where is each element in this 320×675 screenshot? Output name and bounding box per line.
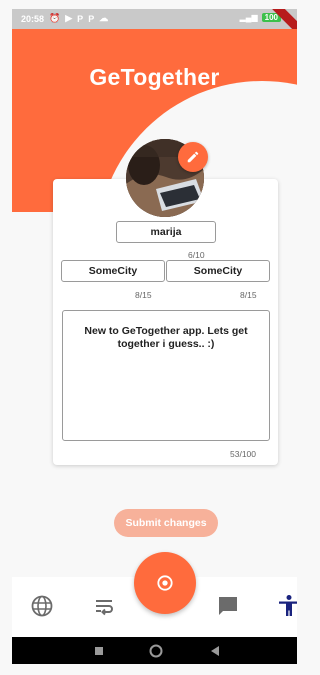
city-field-one[interactable]: SomeCity	[61, 260, 165, 282]
chat-icon[interactable]	[216, 594, 240, 618]
cloud-icon: ☁	[99, 13, 109, 23]
submit-changes-button[interactable]: Submit changes	[114, 509, 218, 537]
city-two-counter: 8/15	[240, 290, 257, 300]
accessibility-icon[interactable]	[277, 594, 297, 618]
center-action-button[interactable]	[134, 552, 196, 614]
p-icon: P	[77, 13, 84, 24]
signal-icon: ▂▄▆	[239, 13, 258, 22]
city-one-counter: 8/15	[135, 290, 152, 300]
square-icon[interactable]	[94, 646, 104, 656]
status-right: ▂▄▆ 100	[240, 13, 281, 22]
circle-icon[interactable]	[149, 644, 163, 658]
pencil-icon	[187, 151, 199, 163]
status-left: 20:58 ⏰ ▶ P P ☁	[21, 13, 108, 24]
bio-counter: 53/100	[230, 449, 256, 459]
bio-textarea[interactable]: New to GeTogether app. Lets get together…	[62, 310, 270, 441]
alarm-icon: ⏰	[49, 13, 61, 23]
target-icon	[157, 575, 173, 591]
p-icon: P	[88, 13, 95, 24]
status-bar: 20:58 ⏰ ▶ P P ☁ ▂▄▆ 100	[12, 9, 297, 39]
username-counter: 6/10	[188, 250, 205, 260]
city-field-two[interactable]: SomeCity	[166, 260, 270, 282]
globe-icon[interactable]	[30, 594, 54, 618]
system-navigation-bar	[12, 637, 297, 664]
edit-photo-button[interactable]	[178, 142, 208, 172]
wrap-text-icon[interactable]	[92, 594, 116, 618]
triangle-back-icon[interactable]	[209, 645, 220, 657]
app-title: GeTogether	[89, 64, 220, 90]
play-icon: ▶	[65, 13, 73, 23]
status-time: 20:58	[21, 13, 45, 24]
username-field[interactable]: marija	[116, 221, 216, 243]
app-screen: 20:58 ⏰ ▶ P P ☁ ▂▄▆ 100 GeTogether marij…	[12, 9, 297, 664]
